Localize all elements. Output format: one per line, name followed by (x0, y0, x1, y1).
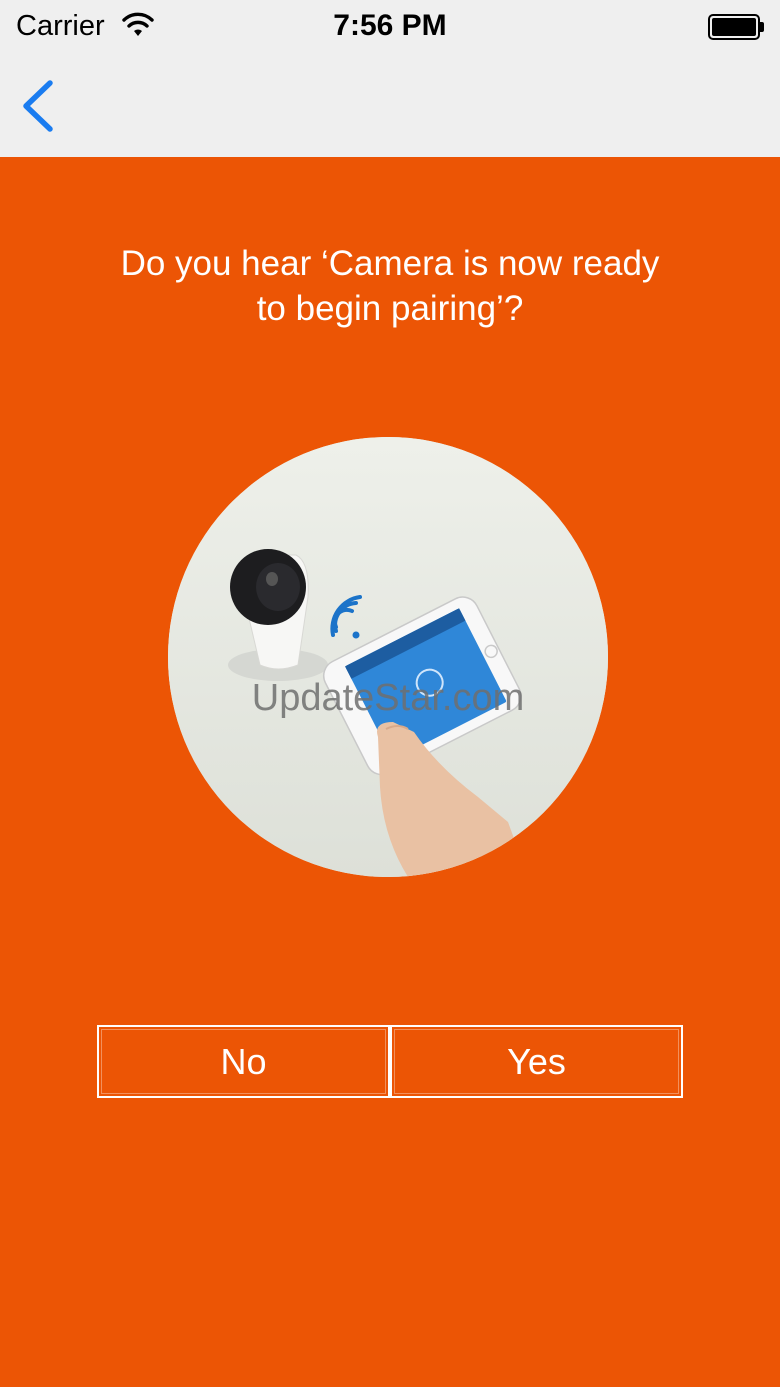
chevron-left-icon[interactable] (18, 79, 58, 133)
clock: 7:56 PM (333, 9, 447, 42)
prompt-line-1: Do you hear ‘Camera is now ready (120, 244, 660, 283)
pairing-screen: Do you hear ‘Camera is now ready to begi… (0, 157, 780, 1387)
navigation-bar (0, 54, 780, 157)
pairing-illustration: UpdateStar.com (168, 437, 608, 877)
answer-buttons: No Yes (97, 1025, 683, 1098)
pairing-prompt: Do you hear ‘Camera is now ready to begi… (60, 241, 720, 331)
yes-button[interactable]: Yes (390, 1025, 683, 1098)
status-bar: Carrier 7:56 PM (0, 0, 780, 54)
battery-icon (708, 14, 764, 40)
watermark: UpdateStar.com (252, 677, 524, 719)
prompt-line-2: to begin pairing’? (256, 289, 524, 328)
no-button[interactable]: No (97, 1025, 390, 1098)
